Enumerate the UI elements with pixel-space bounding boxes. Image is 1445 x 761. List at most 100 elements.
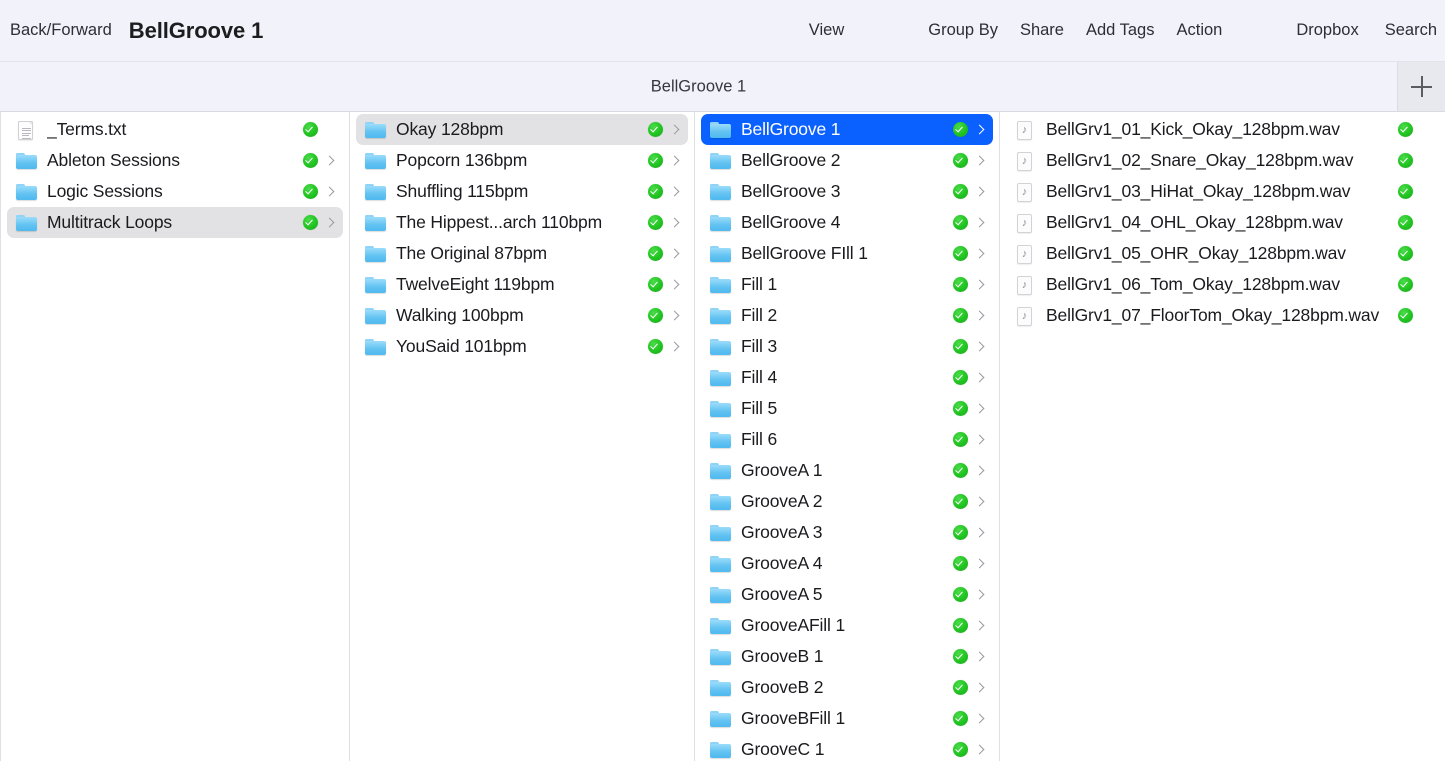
file-row[interactable]: The Hippest...arch 110bpm bbox=[356, 207, 688, 238]
disclosure-chevron-icon[interactable] bbox=[974, 618, 987, 633]
disclosure-chevron-icon[interactable] bbox=[669, 277, 682, 292]
file-row[interactable]: ♪BellGrv1_03_HiHat_Okay_128bpm.wav bbox=[1006, 176, 1438, 207]
file-row[interactable]: Fill 6 bbox=[701, 424, 993, 455]
file-icon bbox=[709, 491, 731, 513]
disclosure-chevron-icon[interactable] bbox=[974, 122, 987, 137]
file-row[interactable]: _Terms.txt bbox=[7, 114, 343, 145]
browser-column-4[interactable]: ♪BellGrv1_01_Kick_Okay_128bpm.wav♪BellGr… bbox=[1000, 112, 1444, 761]
file-row[interactable]: GrooveA 4 bbox=[701, 548, 993, 579]
sync-check-icon bbox=[648, 277, 663, 292]
file-row[interactable]: BellGroove 3 bbox=[701, 176, 993, 207]
file-row[interactable]: Logic Sessions bbox=[7, 176, 343, 207]
disclosure-chevron-icon[interactable] bbox=[974, 587, 987, 602]
file-row[interactable]: GrooveAFill 1 bbox=[701, 610, 993, 641]
disclosure-chevron-icon[interactable] bbox=[974, 153, 987, 168]
disclosure-chevron-icon[interactable] bbox=[324, 184, 337, 199]
disclosure-chevron-icon[interactable] bbox=[324, 215, 337, 230]
file-row[interactable]: TwelveEight 119bpm bbox=[356, 269, 688, 300]
file-row[interactable]: GrooveA 5 bbox=[701, 579, 993, 610]
file-row[interactable]: BellGroove FIll 1 bbox=[701, 238, 993, 269]
disclosure-chevron-icon[interactable] bbox=[669, 122, 682, 137]
back-forward-control[interactable]: Back/Forward bbox=[10, 21, 112, 40]
file-row[interactable]: BellGroove 4 bbox=[701, 207, 993, 238]
file-row[interactable]: Multitrack Loops bbox=[7, 207, 343, 238]
folder-icon bbox=[710, 370, 731, 386]
action-button[interactable]: Action bbox=[1176, 21, 1222, 40]
file-row[interactable]: Fill 3 bbox=[701, 331, 993, 362]
disclosure-chevron-icon[interactable] bbox=[974, 184, 987, 199]
disclosure-chevron-icon[interactable] bbox=[974, 742, 987, 757]
share-button[interactable]: Share bbox=[1020, 21, 1064, 40]
file-row[interactable]: Ableton Sessions bbox=[7, 145, 343, 176]
file-row[interactable]: YouSaid 101bpm bbox=[356, 331, 688, 362]
disclosure-chevron-icon[interactable] bbox=[974, 463, 987, 478]
disclosure-chevron-icon[interactable] bbox=[974, 711, 987, 726]
folder-icon bbox=[710, 494, 731, 510]
file-icon bbox=[15, 119, 37, 141]
sync-check-icon bbox=[1398, 122, 1413, 137]
file-row[interactable]: Walking 100bpm bbox=[356, 300, 688, 331]
file-row[interactable]: Fill 1 bbox=[701, 269, 993, 300]
search-button[interactable]: Search bbox=[1385, 21, 1437, 40]
file-row[interactable]: Okay 128bpm bbox=[356, 114, 688, 145]
disclosure-chevron-icon[interactable] bbox=[669, 246, 682, 261]
sync-check-icon bbox=[303, 184, 318, 199]
browser-column-3[interactable]: BellGroove 1BellGroove 2BellGroove 3Bell… bbox=[695, 112, 1000, 761]
disclosure-chevron-icon[interactable] bbox=[974, 246, 987, 261]
dropbox-button[interactable]: Dropbox bbox=[1296, 21, 1358, 40]
file-row[interactable]: ♪BellGrv1_06_Tom_Okay_128bpm.wav bbox=[1006, 269, 1438, 300]
disclosure-chevron-icon bbox=[1419, 246, 1432, 261]
tab-bellgroove-1[interactable]: BellGroove 1 bbox=[0, 77, 1445, 96]
group-by-button[interactable]: Group By bbox=[928, 21, 998, 40]
sync-check-icon bbox=[1398, 246, 1413, 261]
file-row[interactable]: Popcorn 136bpm bbox=[356, 145, 688, 176]
file-row[interactable]: GrooveB 1 bbox=[701, 641, 993, 672]
browser-column-1[interactable]: _Terms.txtAbleton SessionsLogic Sessions… bbox=[0, 112, 350, 761]
disclosure-chevron-icon[interactable] bbox=[974, 432, 987, 447]
folder-icon bbox=[710, 525, 731, 541]
disclosure-chevron-icon[interactable] bbox=[974, 215, 987, 230]
disclosure-chevron-icon[interactable] bbox=[974, 308, 987, 323]
file-row[interactable]: GrooveA 3 bbox=[701, 517, 993, 548]
file-row[interactable]: Shuffling 115bpm bbox=[356, 176, 688, 207]
add-tags-button[interactable]: Add Tags bbox=[1086, 21, 1155, 40]
browser-column-2[interactable]: Okay 128bpmPopcorn 136bpmShuffling 115bp… bbox=[350, 112, 695, 761]
disclosure-chevron-icon[interactable] bbox=[974, 556, 987, 571]
file-row[interactable]: GrooveB 2 bbox=[701, 672, 993, 703]
file-icon bbox=[364, 181, 386, 203]
file-row[interactable]: Fill 2 bbox=[701, 300, 993, 331]
sync-check-icon bbox=[953, 525, 968, 540]
disclosure-chevron-icon[interactable] bbox=[974, 494, 987, 509]
file-row[interactable]: ♪BellGrv1_04_OHL_Okay_128bpm.wav bbox=[1006, 207, 1438, 238]
file-row[interactable]: ♪BellGrv1_01_Kick_Okay_128bpm.wav bbox=[1006, 114, 1438, 145]
file-row[interactable]: GrooveBFill 1 bbox=[701, 703, 993, 734]
file-row[interactable]: GrooveA 2 bbox=[701, 486, 993, 517]
disclosure-chevron-icon[interactable] bbox=[669, 215, 682, 230]
file-row[interactable]: Fill 5 bbox=[701, 393, 993, 424]
file-row[interactable]: The Original 87bpm bbox=[356, 238, 688, 269]
disclosure-chevron-icon[interactable] bbox=[974, 680, 987, 695]
disclosure-chevron-icon[interactable] bbox=[974, 370, 987, 385]
disclosure-chevron-icon[interactable] bbox=[974, 649, 987, 664]
disclosure-chevron-icon[interactable] bbox=[324, 153, 337, 168]
file-row[interactable]: GrooveA 1 bbox=[701, 455, 993, 486]
file-row[interactable]: BellGroove 1 bbox=[701, 114, 993, 145]
disclosure-chevron-icon[interactable] bbox=[974, 401, 987, 416]
view-button[interactable]: View bbox=[809, 21, 844, 40]
disclosure-chevron-icon[interactable] bbox=[669, 184, 682, 199]
disclosure-chevron-icon[interactable] bbox=[974, 525, 987, 540]
file-row[interactable]: Fill 4 bbox=[701, 362, 993, 393]
disclosure-chevron-icon[interactable] bbox=[669, 308, 682, 323]
disclosure-chevron-icon[interactable] bbox=[669, 153, 682, 168]
file-row[interactable]: ♪BellGrv1_07_FloorTom_Okay_128bpm.wav bbox=[1006, 300, 1438, 331]
file-name-label: GrooveB 1 bbox=[741, 646, 947, 667]
new-tab-button[interactable] bbox=[1397, 62, 1445, 111]
file-row[interactable]: GrooveC 1 bbox=[701, 734, 993, 761]
file-row[interactable]: BellGroove 2 bbox=[701, 145, 993, 176]
disclosure-chevron-icon[interactable] bbox=[974, 277, 987, 292]
disclosure-chevron-icon[interactable] bbox=[669, 339, 682, 354]
disclosure-chevron-icon[interactable] bbox=[974, 339, 987, 354]
file-row[interactable]: ♪BellGrv1_05_OHR_Okay_128bpm.wav bbox=[1006, 238, 1438, 269]
sync-check-icon bbox=[303, 153, 318, 168]
file-row[interactable]: ♪BellGrv1_02_Snare_Okay_128bpm.wav bbox=[1006, 145, 1438, 176]
